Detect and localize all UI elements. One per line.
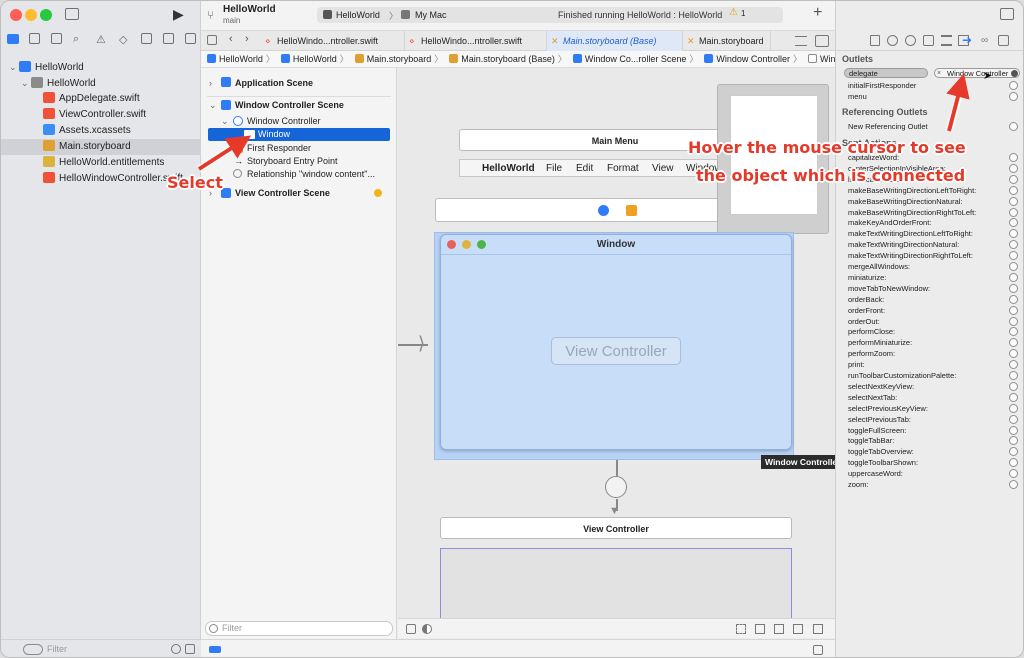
mouse-cursor-icon: ➤: [983, 70, 993, 82]
select-arrow: [197, 135, 252, 171]
xcode-window: ⌕ ⚠ ◇ ⌄ HelloWorld ⌄ HelloWorld AppDelegate.…: [0, 0, 1024, 658]
hover-arrow: [946, 73, 970, 132]
annotation-arrows: [197, 73, 970, 172]
